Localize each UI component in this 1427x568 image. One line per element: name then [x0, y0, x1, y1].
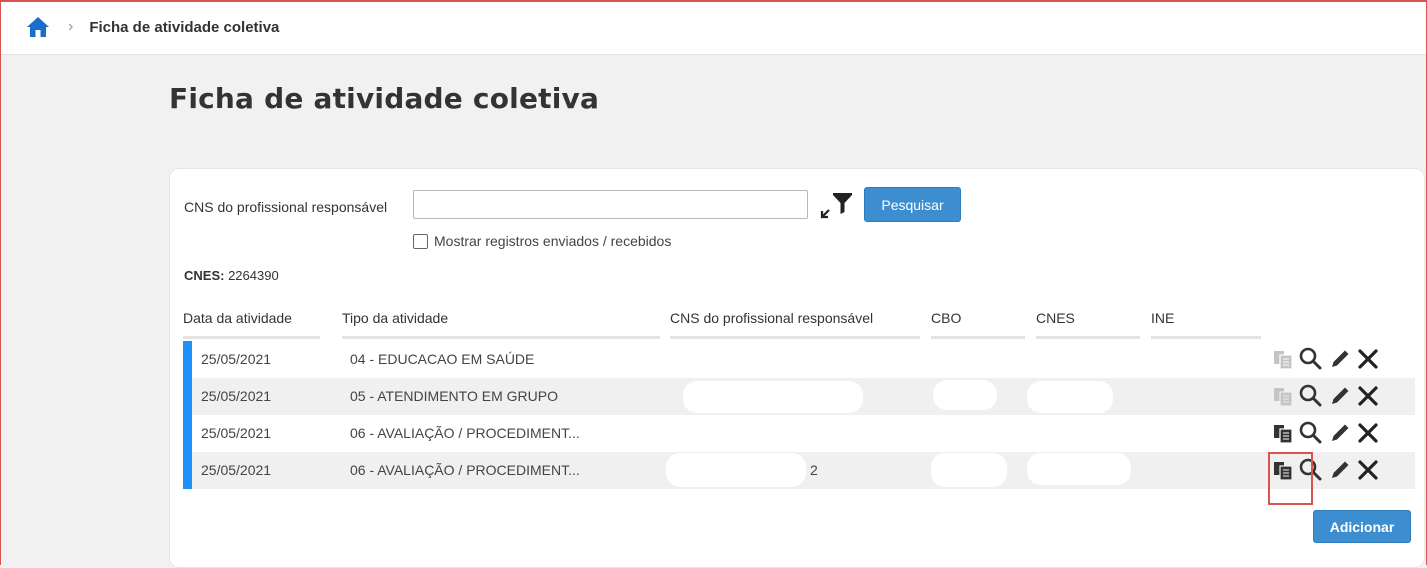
header-type[interactable]: Tipo da atividade — [342, 310, 660, 339]
cell-type: 06 - AVALIAÇÃO / PROCEDIMENT... — [350, 462, 580, 478]
table-row[interactable]: 25/05/2021 06 - AVALIAÇÃO / PROCEDIMENT.… — [183, 415, 1415, 452]
search-button[interactable]: Pesquisar — [864, 187, 961, 222]
show-sent-checkbox[interactable] — [413, 233, 428, 249]
copy-highlight-box — [1268, 452, 1313, 505]
redacted-cns — [683, 381, 863, 413]
cns-filter-label: CNS do profissional responsável — [184, 199, 388, 215]
pencil-icon[interactable] — [1327, 457, 1353, 483]
cell-type: 06 - AVALIAÇÃO / PROCEDIMENT... — [350, 425, 580, 441]
redacted-cnes — [1027, 381, 1113, 413]
magnifier-icon[interactable] — [1297, 383, 1323, 409]
cell-date: 25/05/2021 — [201, 388, 272, 404]
table-row[interactable]: 25/05/2021 04 - EDUCACAO EM SAÚDE — [183, 341, 1415, 378]
close-icon[interactable] — [1355, 457, 1381, 483]
page-title: Ficha de atividade coletiva — [169, 82, 600, 115]
cnes-value: 2264390 — [228, 268, 279, 283]
home-icon[interactable] — [26, 16, 50, 38]
cell-date: 25/05/2021 — [201, 462, 272, 478]
redacted-cbo — [931, 453, 1007, 487]
cell-date: 25/05/2021 — [201, 351, 272, 367]
copy-icon[interactable] — [1271, 383, 1297, 409]
cell-type: 04 - EDUCACAO EM SAÚDE — [350, 351, 535, 367]
header-cnes[interactable]: CNES — [1036, 310, 1140, 339]
breadcrumb-current: Ficha de atividade coletiva — [89, 18, 280, 36]
cell-type: 05 - ATENDIMENTO EM GRUPO — [350, 388, 558, 404]
top-bar: › Ficha de atividade coletiva — [0, 0, 1427, 55]
header-cns[interactable]: CNS do profissional responsável — [670, 310, 920, 339]
cell-cns: 2 — [810, 462, 818, 478]
row-marker — [183, 378, 192, 415]
magnifier-icon[interactable] — [1297, 420, 1323, 446]
redacted-cns — [666, 453, 806, 487]
close-icon[interactable] — [1355, 420, 1381, 446]
table-row[interactable]: 25/05/2021 05 - ATENDIMENTO EM GRUPO — [183, 378, 1415, 415]
close-icon[interactable] — [1355, 383, 1381, 409]
copy-icon[interactable] — [1271, 420, 1297, 446]
header-ine[interactable]: INE — [1151, 310, 1261, 339]
add-button[interactable]: Adicionar — [1313, 510, 1411, 543]
magnifier-icon[interactable] — [1297, 346, 1323, 372]
row-marker — [183, 452, 192, 489]
redacted-cbo — [933, 380, 997, 410]
cns-filter-input[interactable] — [413, 190, 808, 219]
cell-date: 25/05/2021 — [201, 425, 272, 441]
cnes-info: CNES: 2264390 — [184, 268, 279, 283]
cnes-label: CNES: — [184, 268, 225, 283]
search-card: CNS do profissional responsável Pesquisa… — [169, 168, 1425, 568]
pencil-icon[interactable] — [1327, 346, 1353, 372]
show-sent-label: Mostrar registros enviados / recebidos — [434, 233, 672, 249]
funnel-icon[interactable] — [819, 190, 855, 220]
header-cbo[interactable]: CBO — [931, 310, 1025, 339]
row-marker — [183, 415, 192, 452]
row-marker — [183, 341, 192, 378]
pencil-icon[interactable] — [1327, 383, 1353, 409]
pencil-icon[interactable] — [1327, 420, 1353, 446]
show-sent-toggle[interactable]: Mostrar registros enviados / recebidos — [413, 233, 671, 249]
close-icon[interactable] — [1355, 346, 1381, 372]
table-row[interactable]: 25/05/2021 06 - AVALIAÇÃO / PROCEDIMENT.… — [183, 452, 1415, 489]
redacted-cnes — [1027, 453, 1131, 485]
header-date[interactable]: Data da atividade — [183, 310, 320, 339]
copy-icon[interactable] — [1271, 346, 1297, 372]
breadcrumb-separator: › — [68, 18, 74, 35]
